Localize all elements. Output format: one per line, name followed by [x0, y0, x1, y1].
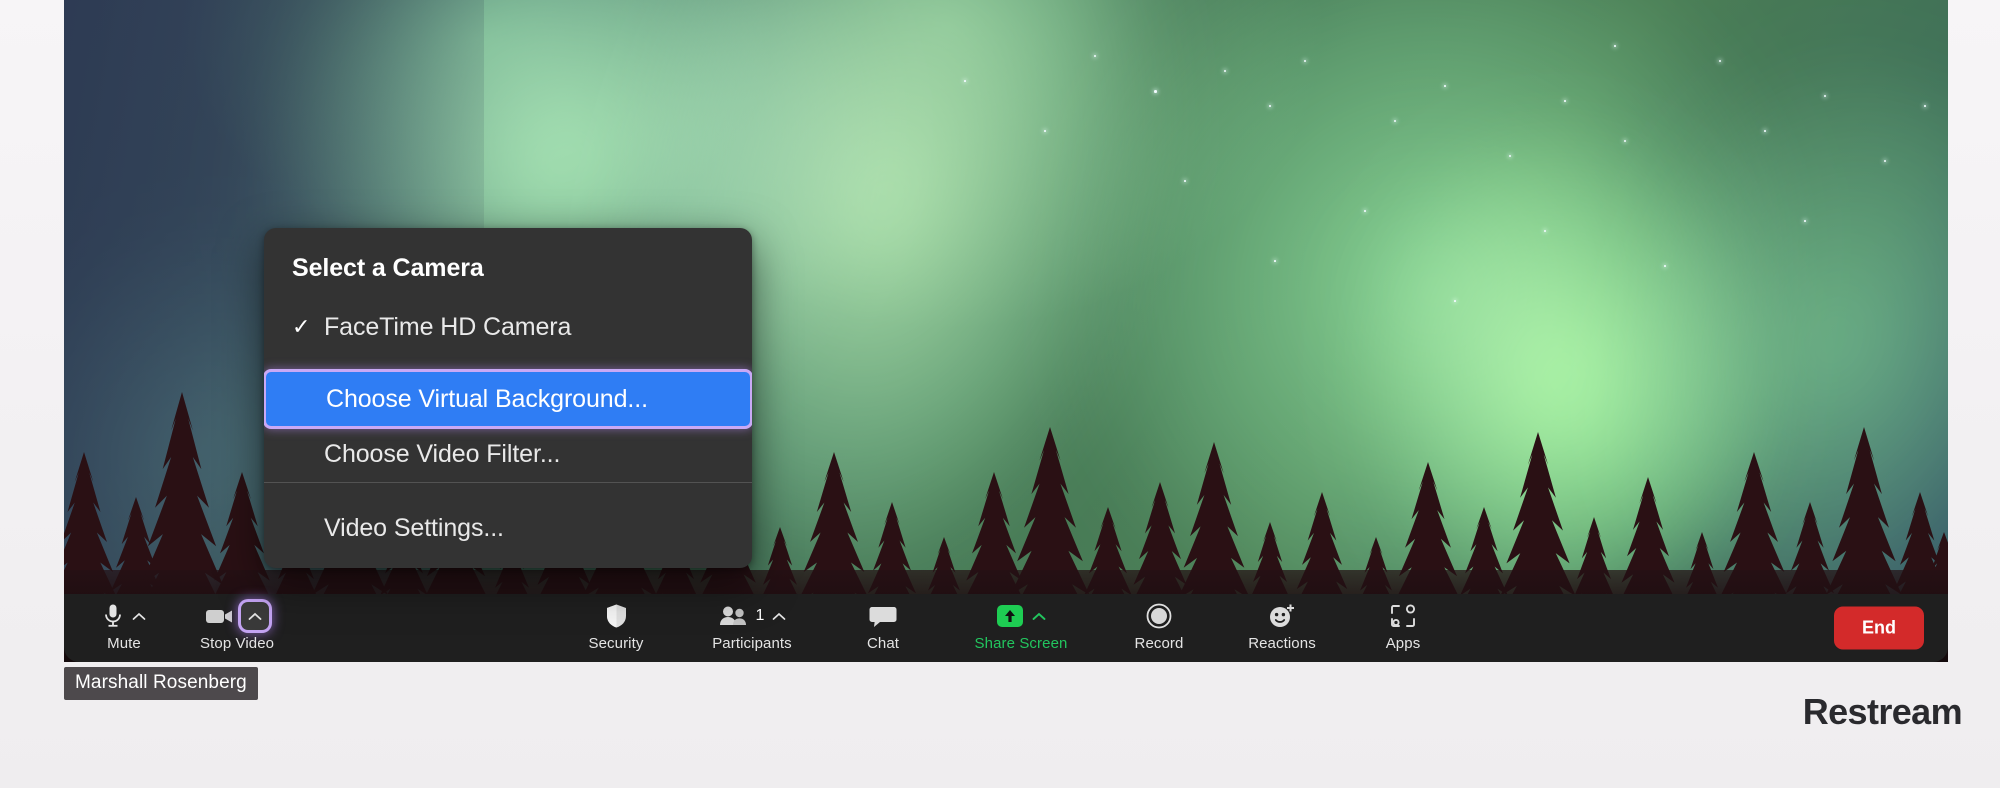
menu-spacer: [264, 355, 752, 372]
shield-icon: [606, 604, 626, 628]
end-meeting-button[interactable]: End: [1834, 606, 1924, 650]
apps-label: Apps: [1385, 635, 1421, 652]
mute-label: Mute: [107, 635, 141, 652]
mute-button[interactable]: Mute: [94, 594, 154, 652]
menu-item-video-settings[interactable]: Video Settings...: [264, 500, 752, 556]
video-options-chevron-button[interactable]: [241, 602, 270, 630]
menu-item-choose-virtual-background[interactable]: Choose Virtual Background...: [266, 372, 750, 426]
smiley-plus-icon: [1270, 604, 1294, 627]
participant-name-label: Marshall Rosenberg: [64, 667, 258, 700]
menu-item-label: Choose Video Filter...: [324, 439, 561, 468]
checkmark-icon: ✓: [292, 314, 311, 339]
zoom-meeting-window: Marshall Rosenberg Select a Camera ✓ Fac…: [0, 0, 2000, 788]
people-icon: [719, 606, 746, 625]
menu-item-label: Video Settings...: [324, 513, 504, 542]
meeting-toolbar: Mute Stop Video Security 1 Participants …: [64, 594, 1948, 662]
participants-label: Participants: [712, 635, 792, 652]
security-button[interactable]: Security: [568, 594, 664, 652]
chevron-up-icon: [248, 612, 262, 620]
record-button[interactable]: Record: [1116, 594, 1202, 652]
microphone-icon: [105, 604, 121, 627]
toolbar-left-group: Mute Stop Video: [94, 594, 274, 662]
menu-item-facetime-hd-camera[interactable]: ✓ FaceTime HD Camera: [264, 299, 752, 355]
chevron-up-icon[interactable]: [132, 612, 146, 621]
apps-icon: [1391, 604, 1416, 627]
toolbar-right-group: End: [1834, 606, 1924, 650]
menu-spacer: [264, 483, 752, 500]
chat-label: Chat: [866, 635, 900, 652]
reactions-label: Reactions: [1248, 635, 1316, 652]
menu-item-label: FaceTime HD Camera: [324, 312, 572, 341]
participants-button[interactable]: 1 Participants: [686, 594, 818, 652]
camera-icon: [206, 610, 233, 623]
participants-count: 1: [755, 607, 765, 624]
record-circle-icon: [1146, 603, 1172, 629]
chevron-up-icon[interactable]: [772, 612, 786, 621]
stop-video-button[interactable]: Stop Video: [200, 594, 274, 652]
chevron-up-icon[interactable]: [1032, 612, 1046, 621]
share-screen-label: Share Screen: [974, 635, 1068, 652]
security-label: Security: [588, 635, 644, 652]
share-screen-button[interactable]: Share Screen: [948, 594, 1094, 652]
menu-item-label: Choose Virtual Background...: [326, 384, 648, 413]
apps-button[interactable]: Apps: [1362, 594, 1444, 652]
reactions-button[interactable]: Reactions: [1224, 594, 1340, 652]
record-label: Record: [1134, 635, 1184, 652]
speech-bubble-icon: [869, 606, 897, 627]
stop-video-label: Stop Video: [200, 635, 275, 652]
select-camera-menu: Select a Camera ✓ FaceTime HD Camera Cho…: [264, 228, 752, 568]
restream-watermark: Restream: [1802, 691, 1963, 732]
menu-header: Select a Camera: [292, 254, 484, 282]
toolbar-center-group: Security 1 Participants Chat Share Scree…: [568, 594, 1444, 662]
chat-button[interactable]: Chat: [840, 594, 926, 652]
share-arrow-icon: [997, 605, 1023, 627]
menu-item-choose-video-filter[interactable]: Choose Video Filter...: [264, 426, 752, 482]
